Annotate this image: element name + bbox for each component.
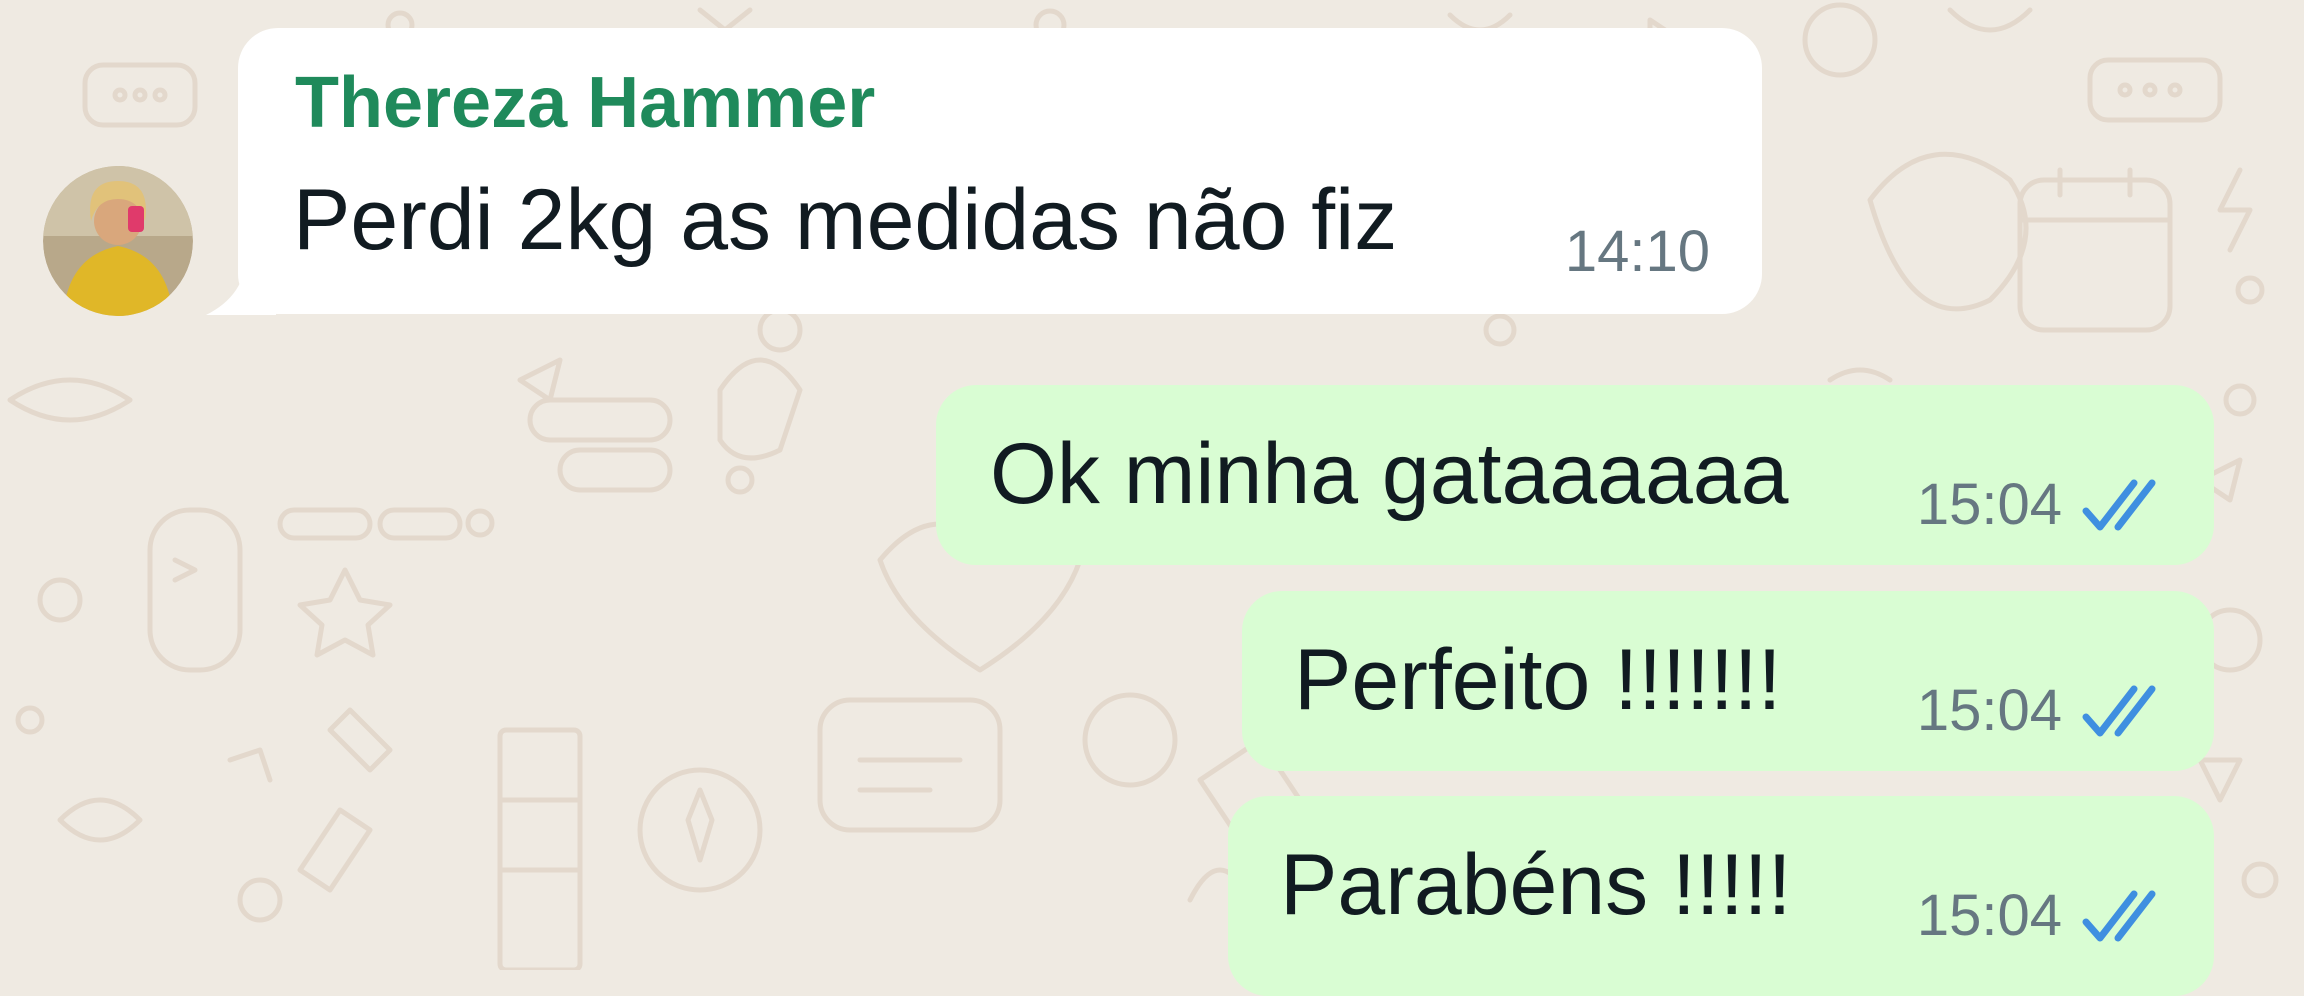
message-time: 15:04 xyxy=(1916,678,2062,743)
outgoing-message-bubble[interactable]: Perfeito !!!!!!! 15:04 xyxy=(1242,591,2214,771)
user-photo-avatar-icon xyxy=(43,166,193,316)
message-text: Perfeito !!!!!!! xyxy=(1294,632,1782,728)
outgoing-message-bubble[interactable]: Parabéns !!!!! 15:04 xyxy=(1228,796,2214,996)
message-text: Ok minha gataaaaaa xyxy=(990,426,1789,522)
message-text: Perdi 2kg as medidas não fiz xyxy=(293,172,1398,268)
message-time: 15:04 xyxy=(1916,883,2062,948)
outgoing-message-bubble[interactable]: Ok minha gataaaaaa 15:04 xyxy=(936,385,2214,565)
contact-avatar[interactable] xyxy=(43,166,193,316)
message-time: 14:10 xyxy=(1564,219,1710,284)
incoming-message-bubble[interactable]: Thereza Hammer Perdi 2kg as medidas não … xyxy=(238,28,1762,314)
double-check-read-icon xyxy=(2082,890,2156,942)
sender-name[interactable]: Thereza Hammer xyxy=(295,62,875,144)
message-time: 15:04 xyxy=(1916,472,2062,537)
double-check-read-icon xyxy=(2082,479,2156,531)
message-text: Parabéns !!!!! xyxy=(1280,837,1792,933)
double-check-read-icon xyxy=(2082,685,2156,737)
